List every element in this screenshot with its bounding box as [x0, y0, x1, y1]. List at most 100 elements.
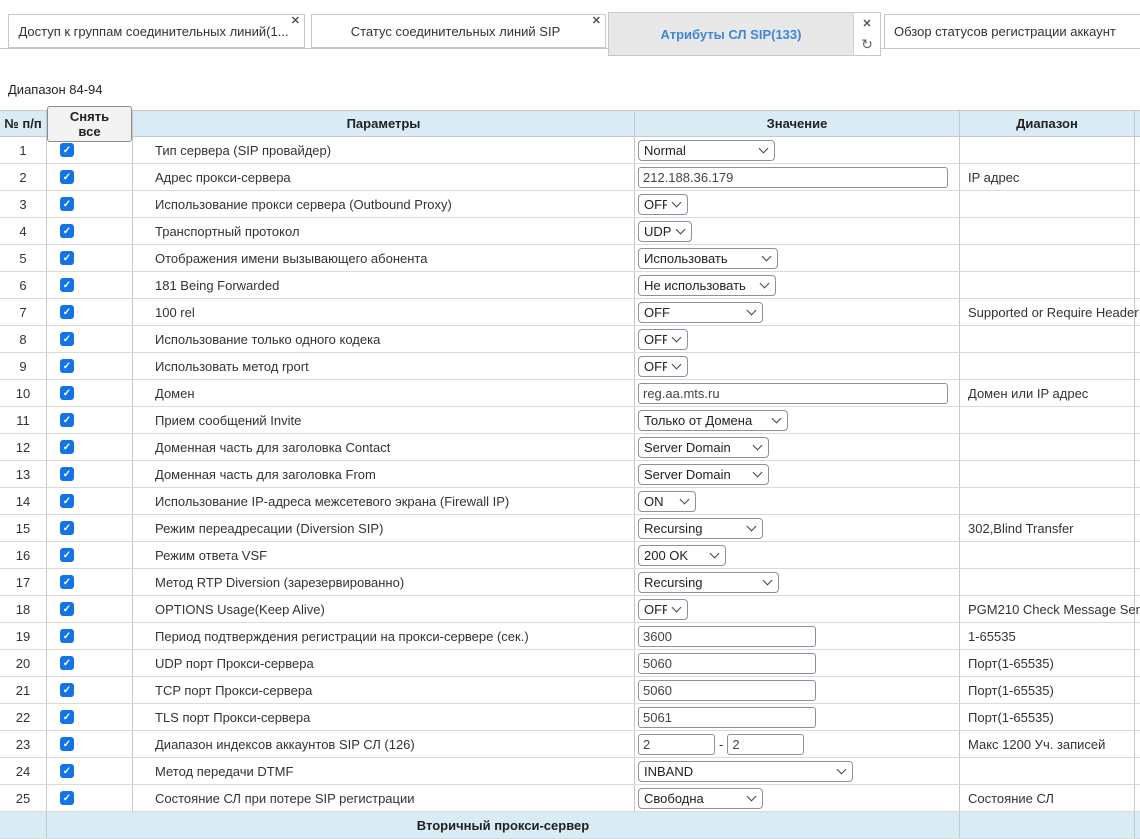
chevron-down-icon — [672, 198, 682, 208]
row-checkbox[interactable]: ✓ — [60, 656, 74, 670]
value-input[interactable] — [638, 626, 816, 647]
tab-account-registration-overview[interactable]: Обзор статусов регистрации аккаунт — [884, 14, 1140, 49]
value-select[interactable]: 200 OK — [638, 545, 726, 566]
row-checkbox[interactable]: ✓ — [60, 575, 74, 589]
refresh-icon[interactable]: ↻ — [854, 34, 880, 55]
row-checkbox[interactable]: ✓ — [60, 629, 74, 643]
row-checkbox[interactable]: ✓ — [60, 197, 74, 211]
param-label: Домен — [133, 380, 635, 406]
value-select[interactable]: Server Domain — [638, 437, 769, 458]
close-icon[interactable]: ✕ — [592, 16, 601, 27]
table-row: 2✓Адрес прокси-сервераIP адрес — [0, 164, 1140, 191]
value-cell — [635, 164, 960, 190]
value-select[interactable]: Recursing — [638, 572, 779, 593]
row-checkbox[interactable]: ✓ — [60, 143, 74, 157]
row-number: 4 — [0, 218, 47, 244]
param-label: 100 rel — [133, 299, 635, 325]
value-input[interactable] — [638, 707, 816, 728]
extra-cell — [1135, 137, 1140, 163]
row-checkbox[interactable]: ✓ — [60, 602, 74, 616]
select-value: Не использовать — [644, 278, 755, 293]
tab-trunk-group-access[interactable]: Доступ к группам соединительных линий(1.… — [8, 14, 305, 48]
extra-cell — [1135, 785, 1140, 811]
value-input[interactable] — [638, 383, 948, 404]
value-input[interactable] — [727, 734, 804, 755]
value-select[interactable]: Не использовать — [638, 275, 776, 296]
range-cell: IP адрес — [960, 164, 1135, 190]
extra-cell — [1135, 164, 1140, 190]
row-checkbox[interactable]: ✓ — [60, 413, 74, 427]
checkbox-cell: ✓ — [47, 677, 133, 703]
row-number: 6 — [0, 272, 47, 298]
tab-sip-trunk-status[interactable]: Статус соединительных линий SIP ✕ — [311, 14, 606, 48]
row-checkbox[interactable]: ✓ — [60, 521, 74, 535]
row-checkbox[interactable]: ✓ — [60, 764, 74, 778]
value-select[interactable]: OFF — [638, 599, 688, 620]
row-checkbox[interactable]: ✓ — [60, 710, 74, 724]
row-checkbox[interactable]: ✓ — [60, 548, 74, 562]
table-row: 18✓OPTIONS Usage(Keep Alive)OFFPGM210 Ch… — [0, 596, 1140, 623]
row-number: 8 — [0, 326, 47, 352]
row-checkbox[interactable]: ✓ — [60, 737, 74, 751]
row-checkbox[interactable]: ✓ — [60, 683, 74, 697]
table-row: 14✓Использование IP-адреса межсетевого э… — [0, 488, 1140, 515]
row-checkbox[interactable]: ✓ — [60, 494, 74, 508]
value-input[interactable] — [638, 653, 816, 674]
value-select[interactable]: OFF — [638, 302, 763, 323]
checkbox-cell: ✓ — [47, 488, 133, 514]
row-checkbox[interactable]: ✓ — [60, 791, 74, 805]
value-select[interactable]: INBAND — [638, 761, 853, 782]
value-select[interactable]: Normal — [638, 140, 775, 161]
range-cell: PGM210 Check Message Send — [960, 596, 1135, 622]
extra-cell — [1135, 407, 1140, 433]
checkbox-cell: ✓ — [47, 542, 133, 568]
row-checkbox[interactable]: ✓ — [60, 251, 74, 265]
col-header-num: № п/п — [0, 111, 47, 136]
checkbox-cell: ✓ — [47, 191, 133, 217]
row-number: 11 — [0, 407, 47, 433]
table-row: 9✓Использовать метод rportOFF — [0, 353, 1140, 380]
value-input[interactable] — [638, 734, 715, 755]
value-select[interactable]: Свободна — [638, 788, 763, 809]
tab-sip-trunk-attributes-active[interactable]: Атрибуты СЛ SIP(133) ✕ ↻ — [608, 12, 881, 56]
checkbox-cell: ✓ — [47, 461, 133, 487]
attributes-table: № п/п Снять все Параметры Значение Диапа… — [0, 110, 1140, 839]
value-select[interactable]: UDP — [638, 221, 692, 242]
value-select[interactable]: OFF — [638, 329, 688, 350]
select-value: Только от Домена — [644, 413, 767, 428]
value-select[interactable]: ON — [638, 491, 696, 512]
row-checkbox[interactable]: ✓ — [60, 359, 74, 373]
value-input[interactable] — [638, 167, 948, 188]
param-label: UDP порт Прокси-сервера — [133, 650, 635, 676]
select-value: ON — [644, 494, 675, 509]
row-checkbox[interactable]: ✓ — [60, 467, 74, 481]
select-value: Recursing — [644, 521, 742, 536]
range-cell: Макс 1200 Уч. записей — [960, 731, 1135, 757]
select-value: Использовать — [644, 251, 757, 266]
row-checkbox[interactable]: ✓ — [60, 224, 74, 238]
row-checkbox[interactable]: ✓ — [60, 170, 74, 184]
value-select[interactable]: Использовать — [638, 248, 778, 269]
value-select[interactable]: OFF — [638, 194, 688, 215]
extra-cell — [1135, 326, 1140, 352]
table-row: 21✓TCP порт Прокси-сервераПорт(1-65535) — [0, 677, 1140, 704]
close-icon[interactable]: ✕ — [854, 13, 880, 34]
close-icon[interactable]: ✕ — [291, 16, 300, 27]
table-row: 5✓Отображения имени вызывающего абонента… — [0, 245, 1140, 272]
row-checkbox[interactable]: ✓ — [60, 440, 74, 454]
select-value: UDP — [644, 224, 671, 239]
value-cell: INBAND — [635, 758, 960, 784]
value-input[interactable] — [638, 680, 816, 701]
row-checkbox[interactable]: ✓ — [60, 305, 74, 319]
param-label: Режим ответа VSF — [133, 542, 635, 568]
value-select[interactable]: Server Domain — [638, 464, 769, 485]
row-checkbox[interactable]: ✓ — [60, 332, 74, 346]
row-checkbox[interactable]: ✓ — [60, 386, 74, 400]
range-cell: Порт(1-65535) — [960, 677, 1135, 703]
value-select[interactable]: Только от Домена — [638, 410, 788, 431]
value-select[interactable]: Recursing — [638, 518, 763, 539]
param-label: TLS порт Прокси-сервера — [133, 704, 635, 730]
row-checkbox[interactable]: ✓ — [60, 278, 74, 292]
range-cell — [960, 245, 1135, 271]
value-select[interactable]: OFF — [638, 356, 688, 377]
